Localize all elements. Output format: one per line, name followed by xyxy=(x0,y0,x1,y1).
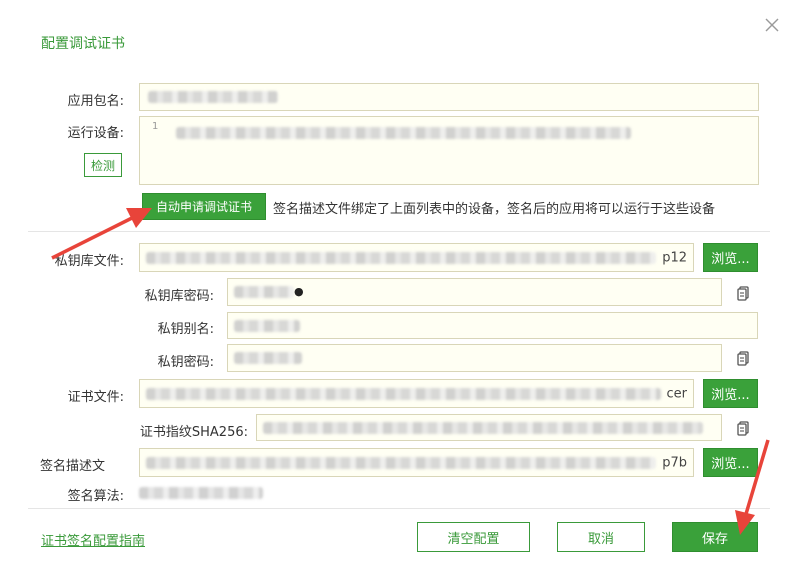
keystore-file-input[interactable]: p12 xyxy=(139,243,694,272)
save-button[interactable]: 保存 xyxy=(672,522,758,552)
key-password-input[interactable] xyxy=(227,344,722,372)
clear-config-button[interactable]: 清空配置 xyxy=(417,522,530,552)
cancel-button[interactable]: 取消 xyxy=(557,522,645,552)
copy-fingerprint-icon[interactable] xyxy=(736,420,752,436)
device-textarea[interactable]: 1 xyxy=(139,116,759,185)
sign-algorithm-value xyxy=(139,486,263,500)
footer-divider xyxy=(28,508,770,509)
cert-guide-link[interactable]: 证书签名配置指南 xyxy=(41,530,145,549)
cert-file-label: 证书文件: xyxy=(67,390,124,405)
key-password-label: 私钥密码: xyxy=(157,355,214,370)
profile-file-input[interactable]: p7b xyxy=(139,448,694,477)
line-number: 1 xyxy=(152,121,159,132)
config-debug-cert-dialog: 配置调试证书 应用包名: 运行设备: 1 检测 自动申请调试证书 签名描述文件绑… xyxy=(0,0,799,585)
cert-fingerprint-label: 证书指纹SHA256: xyxy=(139,425,248,440)
cert-fingerprint-input[interactable] xyxy=(256,414,722,441)
keystore-file-suffix: p12 xyxy=(662,250,687,265)
sign-algorithm-label: 签名算法: xyxy=(67,489,124,504)
key-alias-label: 私钥别名: xyxy=(157,322,214,337)
keystore-password-label: 私钥库密码: xyxy=(144,289,214,304)
detect-button[interactable]: 检测 xyxy=(84,153,122,177)
section-divider xyxy=(28,231,770,232)
copy-key-password-icon[interactable] xyxy=(736,350,752,366)
profile-file-label: 签名描述文 xyxy=(40,459,106,474)
browse-keystore-button[interactable]: 浏览... xyxy=(703,243,758,272)
dialog-title: 配置调试证书 xyxy=(41,36,125,52)
auto-apply-cert-button[interactable]: 自动申请调试证书 xyxy=(142,193,266,220)
browse-profile-button[interactable]: 浏览... xyxy=(703,448,758,477)
copy-keystore-password-icon[interactable] xyxy=(736,285,752,301)
package-name-input[interactable] xyxy=(139,83,759,111)
package-name-label: 应用包名: xyxy=(67,94,124,109)
cert-file-input[interactable]: cer xyxy=(139,379,694,408)
keystore-file-label: 私钥库文件: xyxy=(54,254,124,269)
profile-file-suffix: p7b xyxy=(662,455,687,470)
key-alias-input[interactable] xyxy=(227,312,758,339)
browse-cert-button[interactable]: 浏览... xyxy=(703,379,758,408)
keystore-password-input[interactable]: ● xyxy=(227,278,722,306)
password-dot: ● xyxy=(294,285,304,298)
hint-text: 签名描述文件绑定了上面列表中的设备，签名后的应用将可以运行于这些设备 xyxy=(273,202,716,217)
cert-file-suffix: cer xyxy=(666,386,688,401)
close-icon[interactable] xyxy=(763,16,781,34)
device-label: 运行设备: xyxy=(67,126,124,141)
